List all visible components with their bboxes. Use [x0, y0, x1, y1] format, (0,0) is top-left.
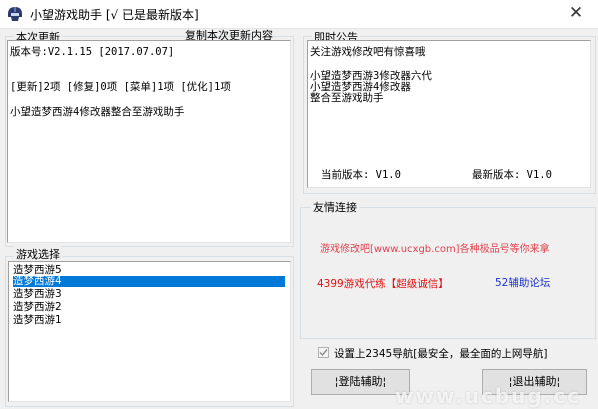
latest-version: 最新版本: V1.0 — [472, 169, 552, 181]
update-detail-line: 小望造梦西游4修改器整合至游戏助手 — [10, 106, 185, 118]
close-button[interactable]: ✕ — [560, 2, 592, 26]
watermark: www.ucbug.cc — [395, 384, 582, 408]
announcement-text-area[interactable]: 关注游戏修改吧有惊喜哦 小望造梦西游3修改器六代 小望造梦西游4修改器 整合至游… — [307, 40, 591, 188]
game-list[interactable]: 造梦西游5 造梦西游4 造梦西游3 造梦西游2 造梦西游1 — [8, 261, 291, 402]
promo-link[interactable]: 游戏修改吧[www.ucxgb.com]各种极品号等你来拿 — [320, 240, 550, 255]
checkmark-icon — [319, 349, 328, 357]
update-summary-line: [更新]2项 [修复]0项 [菜单]1项 [优化]1项 — [10, 81, 231, 93]
update-text-area[interactable]: 版本号:V2.1.15 [2017.07.07] [更新]2项 [修复]0项 [… — [7, 40, 291, 243]
helmet-icon — [6, 5, 24, 23]
game-select-legend: 游戏选择 — [14, 246, 62, 262]
homepage-checkbox[interactable] — [318, 347, 329, 358]
announcement-line-4: 整合至游戏助手 — [310, 92, 384, 104]
announcement-line-1: 关注游戏修改吧有惊喜哦 — [310, 46, 426, 58]
update-version-line: 版本号:V2.1.15 [2017.07.07] — [10, 46, 175, 58]
link-52[interactable]: 52辅助论坛 — [495, 275, 550, 290]
friend-links-legend: 友情连接 — [311, 199, 359, 215]
current-version: 当前版本: V1.0 — [321, 169, 401, 181]
title-bar[interactable]: 小望游戏助手 [√ 已是最新版本] ✕ — [0, 0, 598, 29]
homepage-checkbox-label[interactable]: 设置上2345导航[最安全，最全面的上网导航] — [334, 346, 547, 361]
friend-links-group — [300, 207, 596, 339]
window-title: 小望游戏助手 [√ 已是最新版本] — [30, 8, 199, 22]
game-item-3[interactable]: 造梦西游3 — [13, 289, 62, 300]
link-4399[interactable]: 4399游戏代练【超级诚信】 — [317, 276, 449, 291]
game-item-1[interactable]: 造梦西游1 — [13, 315, 62, 326]
game-item-2[interactable]: 造梦西游2 — [13, 302, 62, 313]
game-item-4-selected[interactable]: 造梦西游4 — [13, 276, 285, 287]
